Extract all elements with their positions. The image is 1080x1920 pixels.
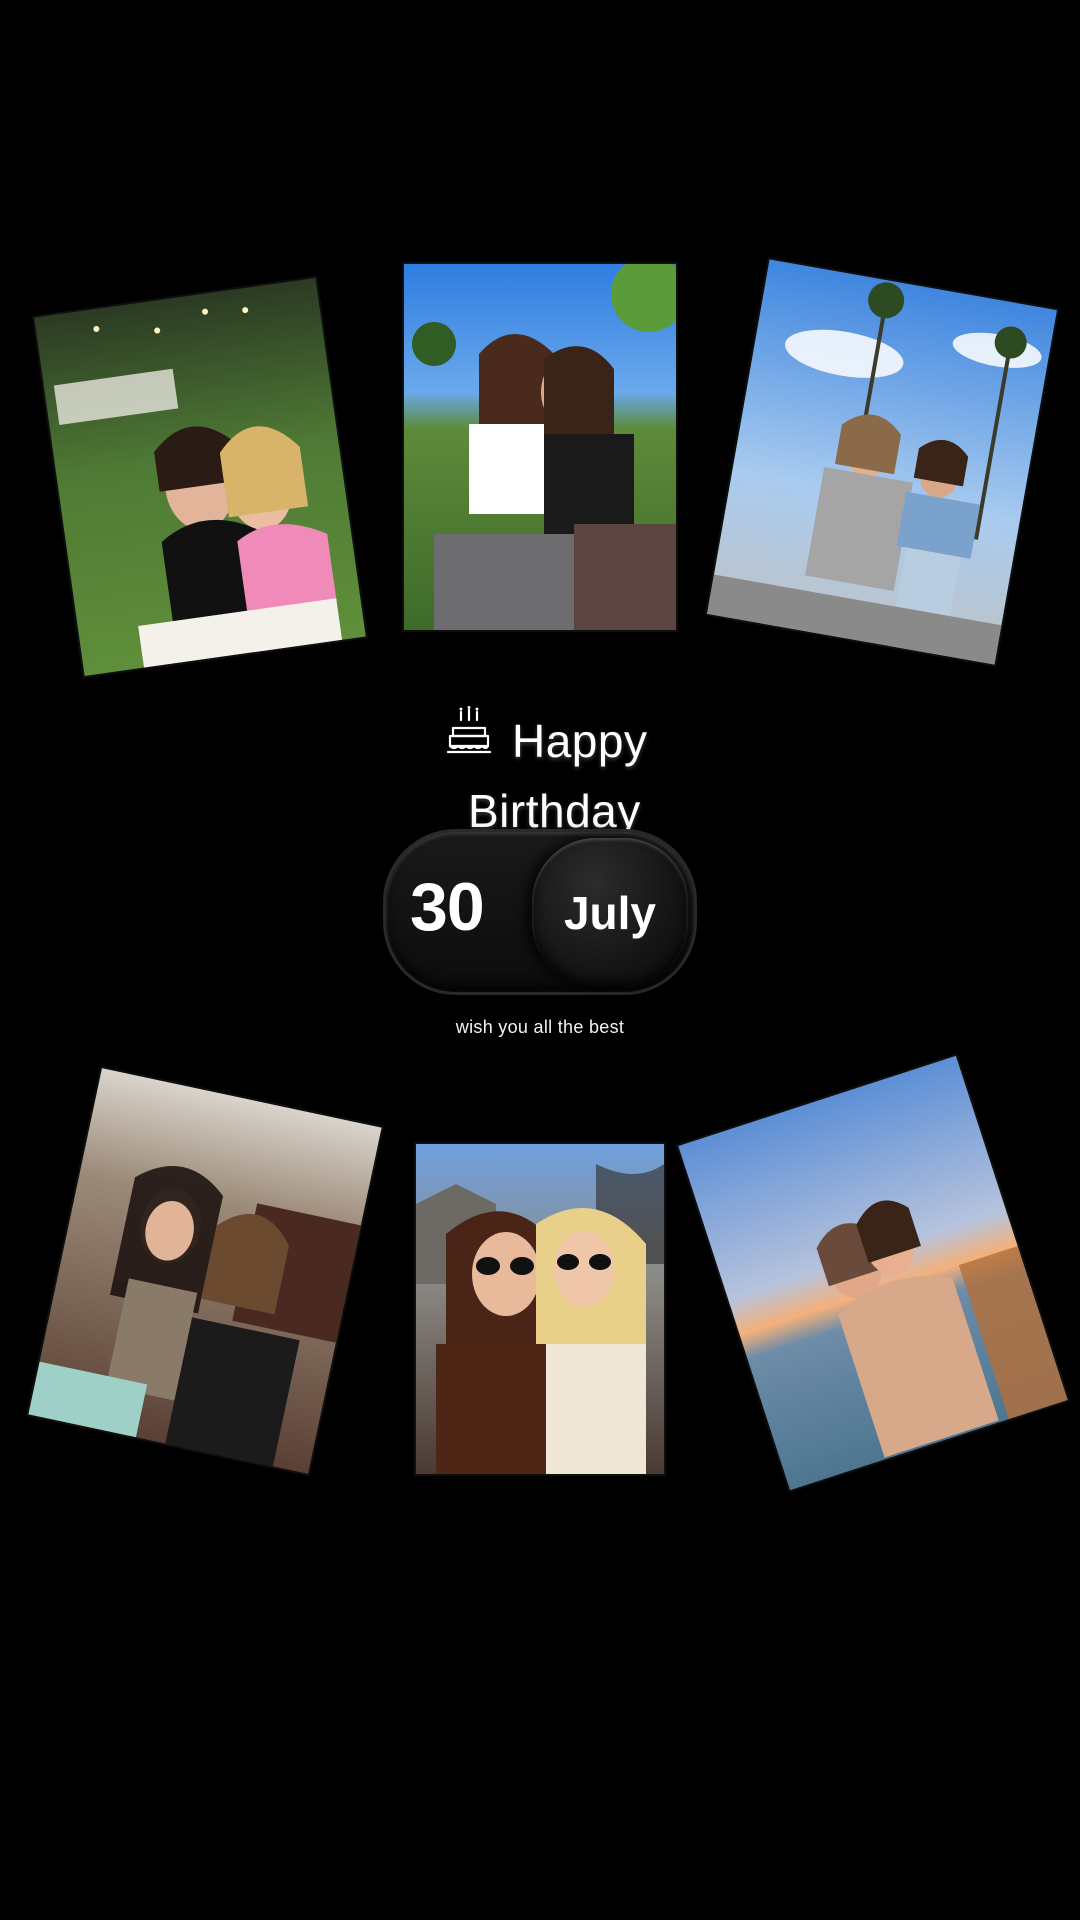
greeting-line-happy: Happy bbox=[512, 715, 648, 767]
date-month-knob: July bbox=[532, 838, 688, 986]
photo-park-friends bbox=[404, 264, 676, 630]
greeting-line-birthday: Birthday bbox=[468, 785, 641, 837]
birthday-cake-icon bbox=[446, 706, 492, 754]
photo-sunset-hug bbox=[678, 1055, 1068, 1491]
photo-indoor-peace-sign bbox=[28, 1068, 382, 1474]
date-day: 30 bbox=[410, 869, 485, 945]
wish-subtitle: wish you all the best bbox=[455, 1017, 625, 1037]
photo-palm-trees bbox=[706, 259, 1058, 665]
date-pill: 30 July bbox=[386, 832, 694, 992]
photo-sunglasses-selfie bbox=[416, 1144, 664, 1474]
date-month: July bbox=[563, 887, 657, 939]
photo-garden-party bbox=[34, 277, 366, 677]
